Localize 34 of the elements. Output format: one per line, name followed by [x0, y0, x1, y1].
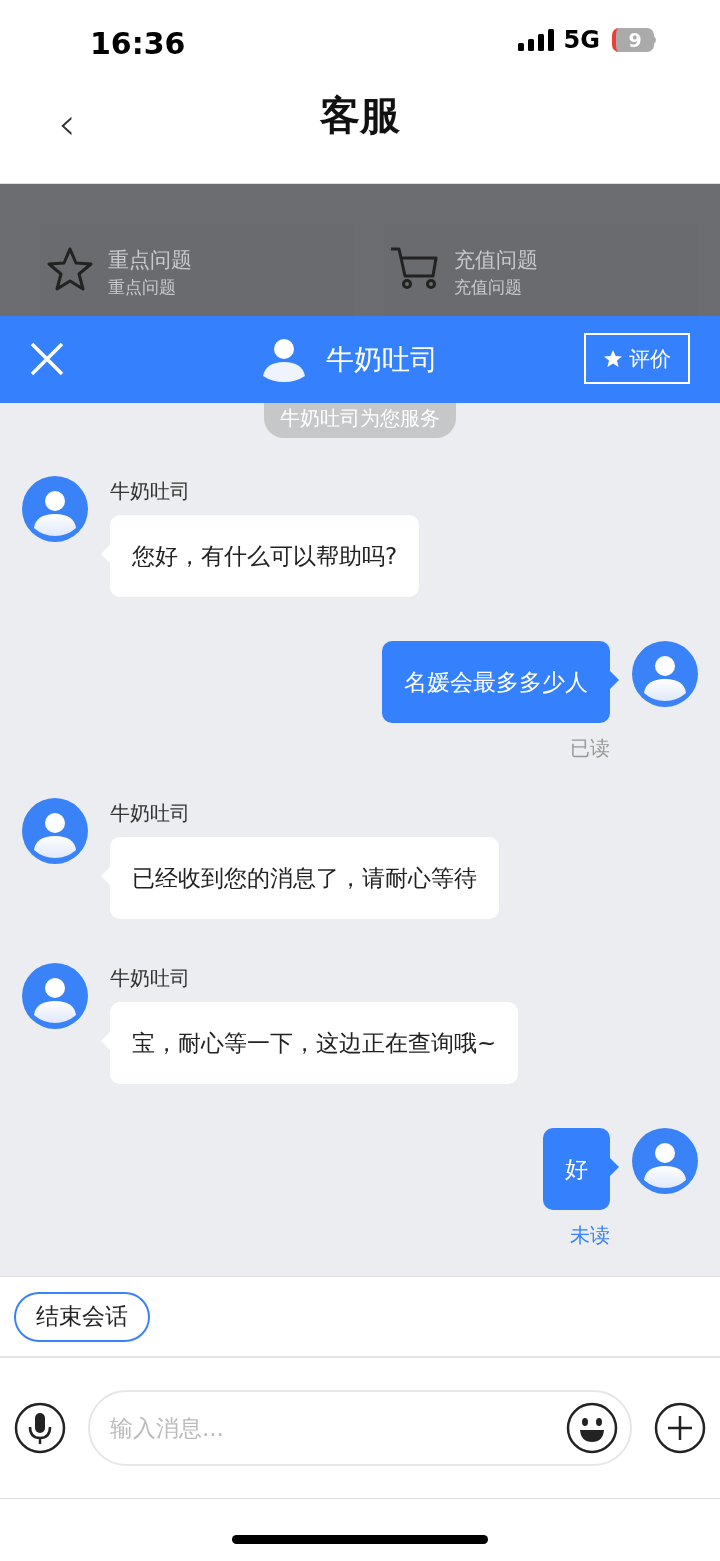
topic-subtitle: 充值问题 — [454, 276, 523, 299]
avatar-icon — [632, 1128, 698, 1194]
sender-name: 牛奶吐司 — [110, 800, 191, 827]
network-label: 5G — [563, 26, 600, 54]
message-field[interactable]: 输入消息... — [88, 1390, 632, 1466]
avatar-icon — [632, 641, 698, 707]
person-icon — [262, 337, 306, 382]
avatar-icon — [22, 476, 88, 542]
star-icon — [603, 348, 623, 369]
avatar-icon — [22, 798, 88, 864]
clock-time: 16:36 — [90, 24, 187, 61]
avatar-icon — [22, 963, 88, 1029]
read-status: 未读 — [570, 1222, 610, 1249]
microphone-button[interactable] — [14, 1402, 66, 1454]
battery-tip-icon — [654, 36, 658, 44]
sender-name: 牛奶吐司 — [110, 478, 191, 505]
agent-name: 牛奶吐司 — [326, 341, 438, 378]
topic-title: 充值问题 — [454, 247, 538, 274]
end-session-button[interactable]: 结束会话 — [14, 1291, 150, 1342]
page-title: 客服 — [320, 91, 400, 140]
cart-icon — [390, 246, 440, 290]
topic-title: 重点问题 — [108, 247, 192, 274]
star-icon — [46, 246, 94, 292]
back-button[interactable]: ‹ — [58, 98, 76, 149]
sender-name: 牛奶吐司 — [110, 965, 191, 992]
battery-level: 9 — [612, 28, 654, 52]
emoji-button[interactable] — [566, 1402, 618, 1454]
signal-icon — [517, 29, 554, 51]
message-input[interactable]: 输入消息... — [108, 1414, 566, 1442]
service-notice: 牛奶吐司为您服务 — [264, 403, 456, 438]
add-button[interactable] — [654, 1402, 706, 1454]
read-status: 已读 — [570, 735, 610, 762]
rate-button[interactable]: 评价 — [584, 333, 690, 384]
topic-subtitle: 重点问题 — [108, 276, 177, 299]
